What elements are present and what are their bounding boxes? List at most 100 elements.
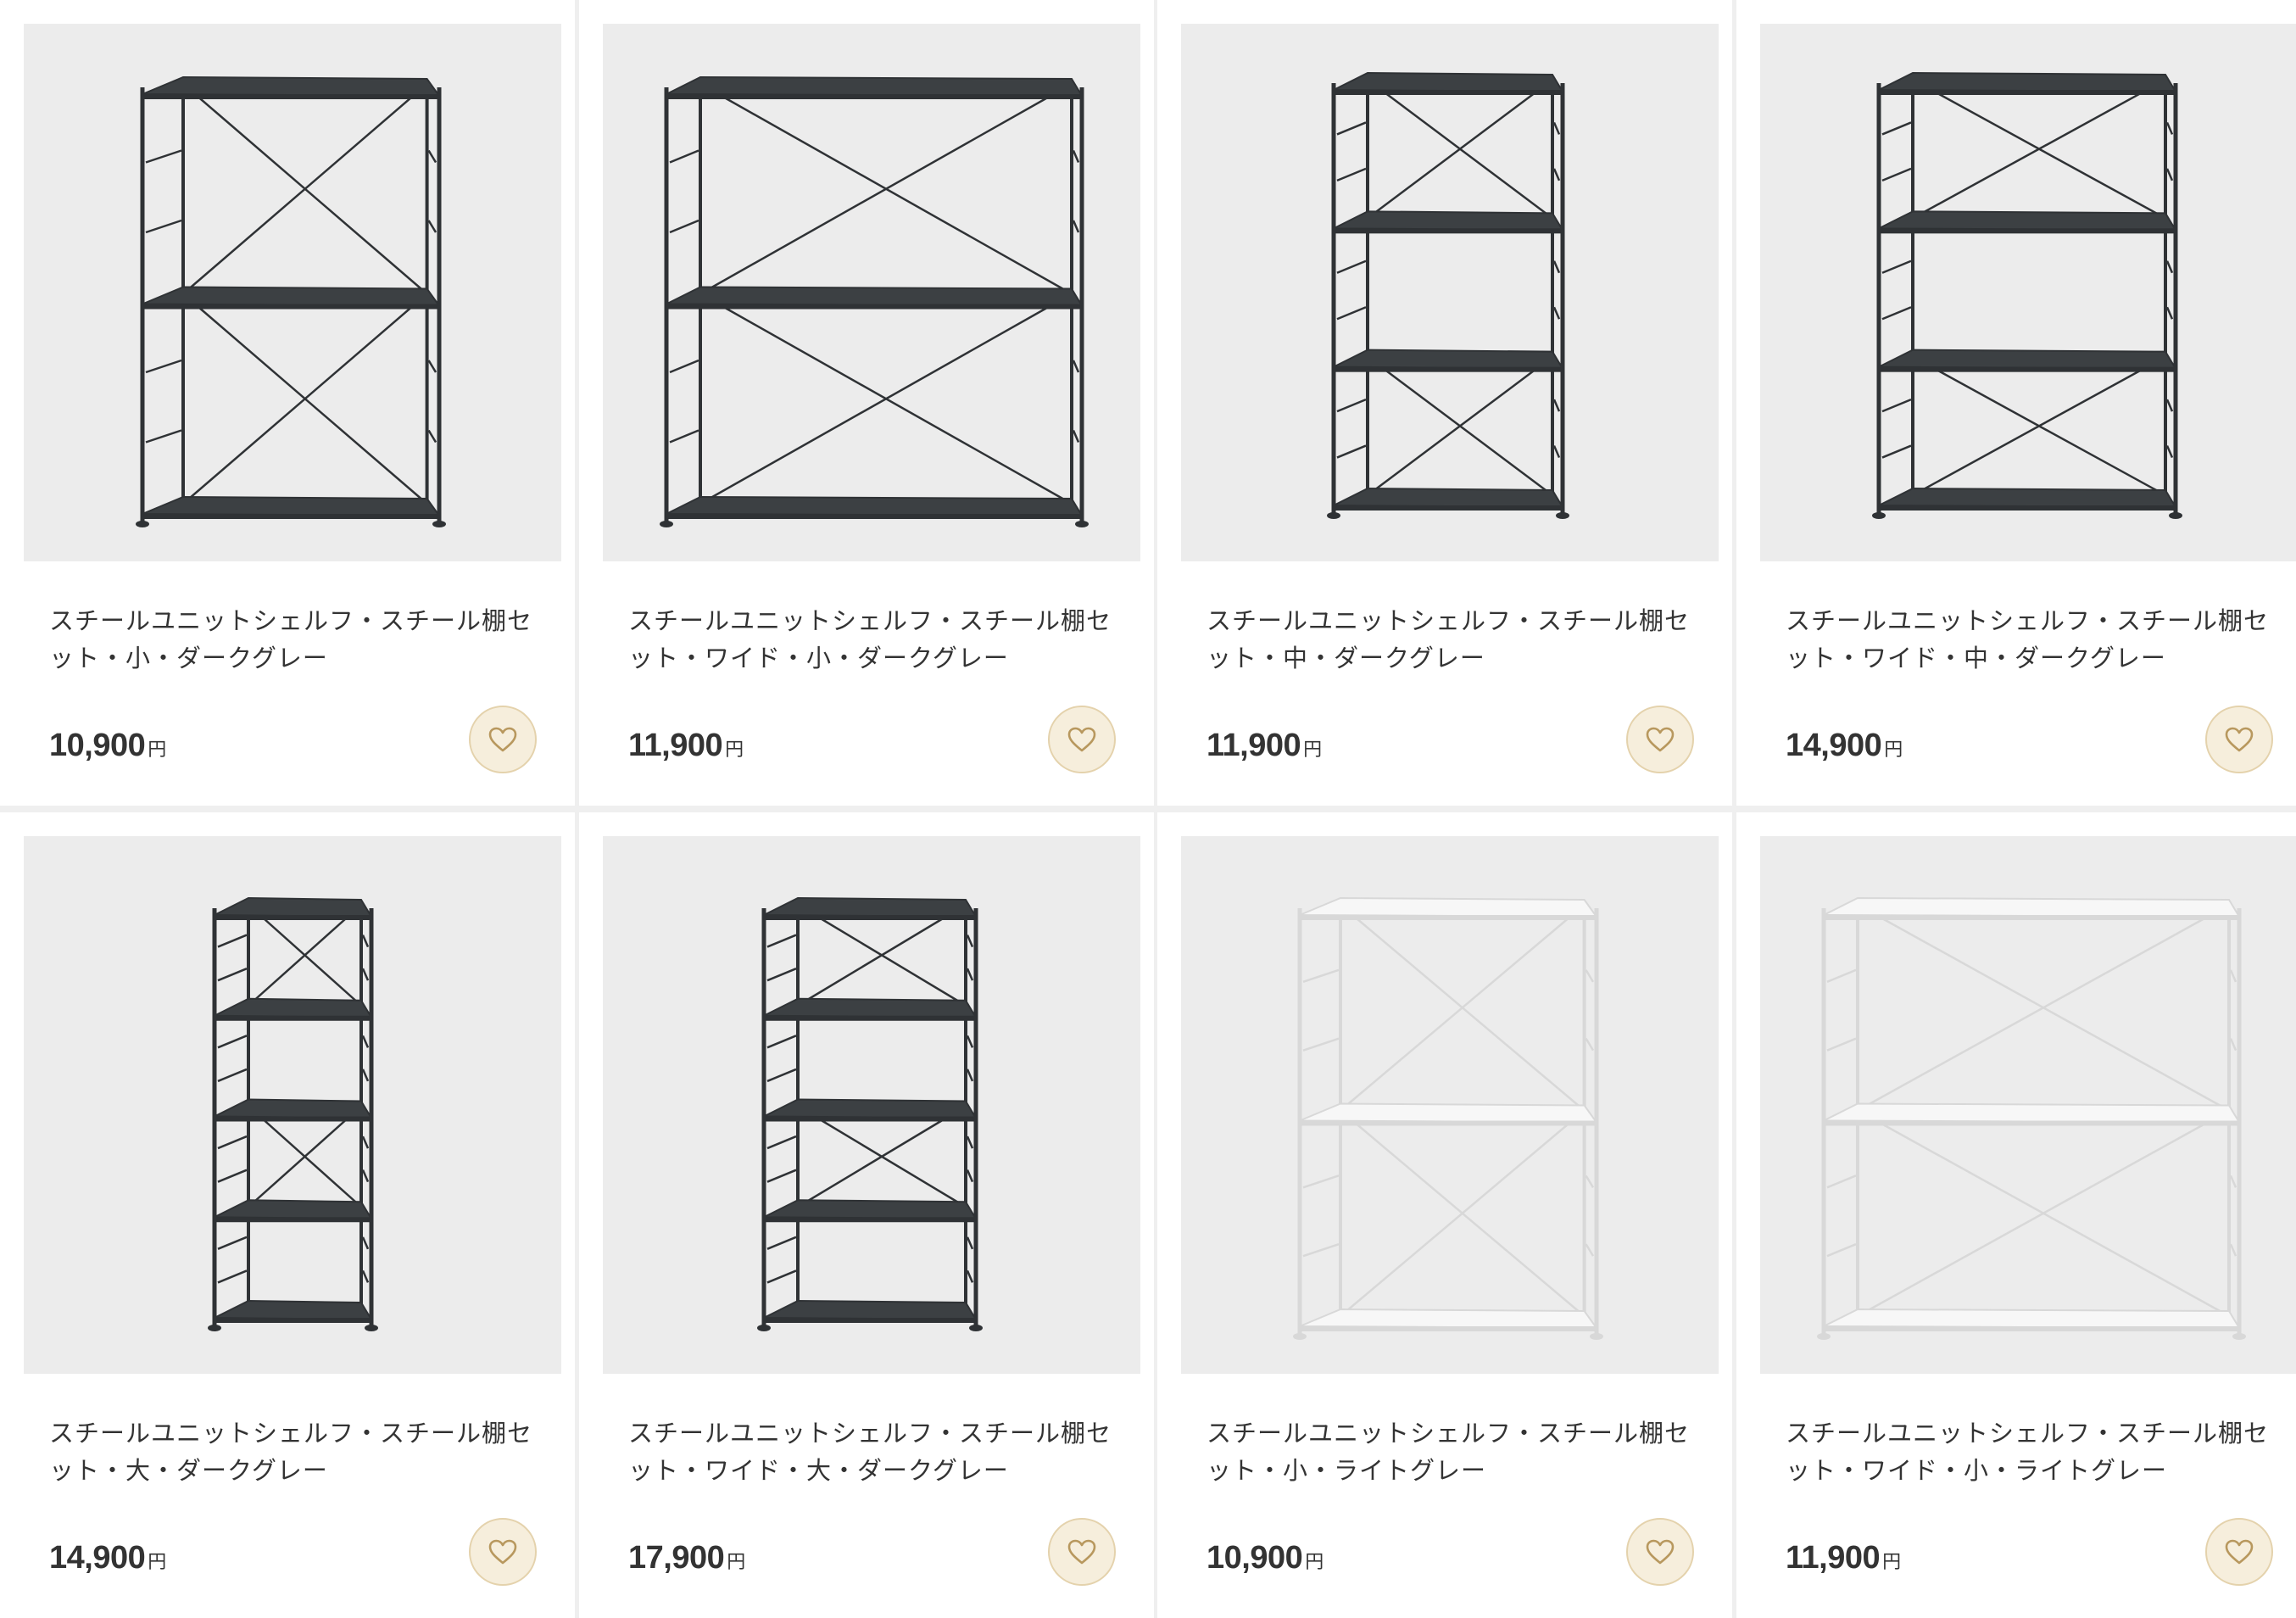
shelf-edge <box>142 94 439 99</box>
shelf-board <box>1823 896 2241 918</box>
side-bar <box>966 935 974 948</box>
side-bar <box>766 1236 797 1250</box>
shelf-board <box>1333 349 1564 370</box>
product-name[interactable]: スチールユニットシェルフ・スチール棚セット・中・ダークグレー <box>1207 602 1698 677</box>
shelf-foot <box>1075 521 1089 527</box>
price-currency: 円 <box>148 1552 166 1573</box>
product-card[interactable]: スチールユニットシェルフ・スチール棚セット・小・ライトグレー 10,900 円 <box>1157 812 1732 1618</box>
product-name[interactable]: スチールユニットシェルフ・スチール棚セット・ワイド・中・ダークグレー <box>1786 602 2277 677</box>
product-price: 10,900 円 <box>49 728 166 764</box>
product-image[interactable] <box>24 836 561 1374</box>
side-bar <box>217 1236 248 1250</box>
price-amount: 14,900 <box>1786 728 1882 763</box>
shelf-drawing <box>136 75 446 527</box>
price-currency: 円 <box>1303 739 1322 761</box>
favorite-button[interactable] <box>469 1518 537 1586</box>
shelf-board <box>142 75 441 98</box>
side-bar <box>669 149 699 164</box>
shelf-drawing <box>1872 71 2182 519</box>
heart-icon <box>1067 1539 1096 1565</box>
side-bar <box>1585 1038 1595 1052</box>
side-bar <box>217 968 248 982</box>
product-price: 17,900 円 <box>628 1540 745 1576</box>
product-price: 11,900 円 <box>1786 1540 1901 1576</box>
shelf-edge <box>764 1116 976 1122</box>
favorite-button[interactable] <box>1626 1518 1694 1586</box>
favorite-button[interactable] <box>2205 706 2273 773</box>
side-bar <box>145 219 182 234</box>
side-bar <box>1881 398 1912 413</box>
shelf-board <box>763 1098 978 1119</box>
product-image[interactable] <box>603 24 1140 561</box>
product-price: 14,900 円 <box>1786 728 1903 764</box>
heart-icon <box>488 1539 517 1565</box>
side-bar <box>966 968 974 981</box>
shelf-foot <box>757 1325 771 1331</box>
shelf-board <box>763 997 978 1018</box>
shelf-drawing <box>1293 896 1603 1340</box>
price-currency: 円 <box>1305 1552 1324 1573</box>
shelf-board <box>666 495 1084 517</box>
product-name[interactable]: スチールユニットシェルフ・スチール棚セット・ワイド・小・ダークグレー <box>628 602 1120 677</box>
product-card[interactable]: スチールユニットシェルフ・スチール棚セット・ワイド・中・ダークグレー 14,900… <box>1736 0 2296 806</box>
side-bar <box>669 219 699 234</box>
product-card[interactable]: スチールユニットシェルフ・スチール棚セット・ワイド・小・ライトグレー 11,900… <box>1736 812 2296 1618</box>
shelf-edge <box>1334 228 1563 234</box>
product-image[interactable] <box>1760 24 2296 561</box>
side-bar <box>1552 260 1561 274</box>
favorite-button[interactable] <box>2205 1518 2273 1586</box>
product-card[interactable]: スチールユニットシェルフ・スチール棚セット・中・ダークグレー 11,900 円 <box>1157 0 1732 806</box>
side-bar <box>2165 399 2174 412</box>
product-card[interactable]: スチールユニットシェルフ・スチール棚セット・小・ダークグレー 10,900 円 <box>0 0 575 806</box>
product-card[interactable]: スチールユニットシェルフ・スチール棚セット・ワイド・大・ダークグレー 17,900… <box>579 812 1154 1618</box>
shelf-drawing <box>208 896 378 1331</box>
product-image[interactable] <box>603 836 1140 1374</box>
product-image[interactable] <box>24 24 561 561</box>
product-name[interactable]: スチールユニットシェルフ・スチール棚セット・ワイド・大・ダークグレー <box>628 1414 1120 1489</box>
shelf-drawing <box>757 896 983 1331</box>
heart-icon <box>488 727 517 752</box>
shelf-board <box>666 75 1084 98</box>
side-bar <box>217 934 248 948</box>
favorite-button[interactable] <box>1048 706 1116 773</box>
side-bar <box>427 429 437 444</box>
heart-icon <box>1646 727 1675 752</box>
shelf-board <box>666 286 1084 307</box>
product-price: 11,900 円 <box>628 728 744 764</box>
favorite-button[interactable] <box>1626 706 1694 773</box>
side-bar <box>361 1269 370 1283</box>
product-image[interactable] <box>1181 24 1719 561</box>
product-image[interactable] <box>1760 836 2296 1374</box>
shelf-edge <box>1824 915 2239 920</box>
shelf-board <box>763 1199 978 1220</box>
product-name[interactable]: スチールユニットシェルフ・スチール棚セット・ワイド・小・ライトグレー <box>1786 1414 2277 1489</box>
shelf-edge <box>666 94 1082 99</box>
favorite-button[interactable] <box>1048 1518 1116 1586</box>
shelf-edge <box>142 304 439 310</box>
shelf-edge <box>215 1015 371 1021</box>
shelf-illustration <box>1817 896 2246 1340</box>
favorite-button[interactable] <box>469 706 537 773</box>
side-bar <box>1826 1037 1857 1052</box>
shelf-board <box>1299 1308 1598 1330</box>
side-bar <box>1336 259 1367 274</box>
price-currency: 円 <box>1882 1552 1901 1573</box>
shelf-illustration <box>757 896 983 1331</box>
price-amount: 10,900 <box>1207 1540 1303 1576</box>
product-card[interactable]: スチールユニットシェルフ・スチール棚セット・大・ダークグレー 14,900 円 <box>0 812 575 1618</box>
heart-icon <box>2225 1539 2254 1565</box>
product-image[interactable] <box>1181 836 1719 1374</box>
product-name[interactable]: スチールユニットシェルフ・スチール棚セット・大・ダークグレー <box>49 1414 541 1489</box>
side-bar <box>1552 445 1561 459</box>
shelf-foot <box>660 521 673 527</box>
product-name[interactable]: スチールユニットシェルフ・スチール棚セット・小・ライトグレー <box>1207 1414 1698 1489</box>
side-bar <box>217 1269 248 1284</box>
side-bar <box>766 1035 797 1049</box>
side-bar <box>966 1269 974 1283</box>
product-card[interactable]: スチールユニットシェルフ・スチール棚セット・ワイド・小・ダークグレー 11,900… <box>579 0 1154 806</box>
product-name[interactable]: スチールユニットシェルフ・スチール棚セット・小・ダークグレー <box>49 602 541 677</box>
shelf-edge <box>666 514 1082 519</box>
side-bar <box>766 968 797 982</box>
shelf-edge <box>1824 1326 2239 1331</box>
shelf-board <box>142 286 441 307</box>
